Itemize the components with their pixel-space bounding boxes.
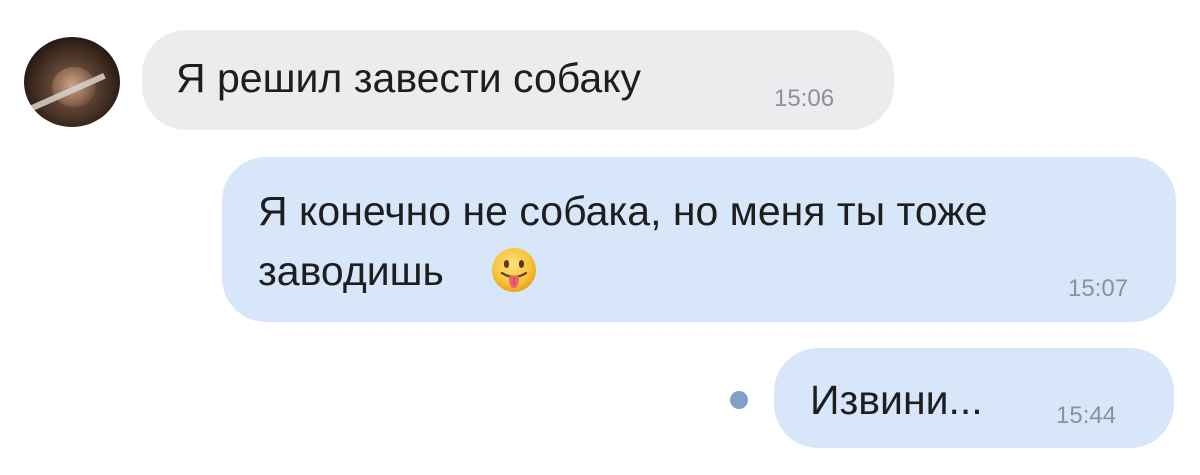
message-bubble-incoming[interactable]: Я решил завести собаку 15:06 [142,30,894,130]
avatar[interactable] [24,37,120,127]
message-text-line-1: Я конечно не собака, но меня ты тоже [258,188,988,234]
message-bubble-outgoing[interactable]: Я конечно не собака, но меня ты тоже зав… [222,157,1176,322]
message-text-line-2: заводишь [258,248,444,294]
message-timestamp: 15:44 [1056,402,1117,429]
message-text: Я решил завести собаку [176,55,642,101]
face-with-tongue-icon [492,248,536,292]
message-timestamp: 15:07 [1068,275,1129,302]
message-bubble-outgoing[interactable]: Извини... 15:44 [774,348,1174,448]
message-text: Извини... [810,377,983,423]
unread-indicator [730,391,748,409]
message-timestamp: 15:06 [774,85,835,112]
